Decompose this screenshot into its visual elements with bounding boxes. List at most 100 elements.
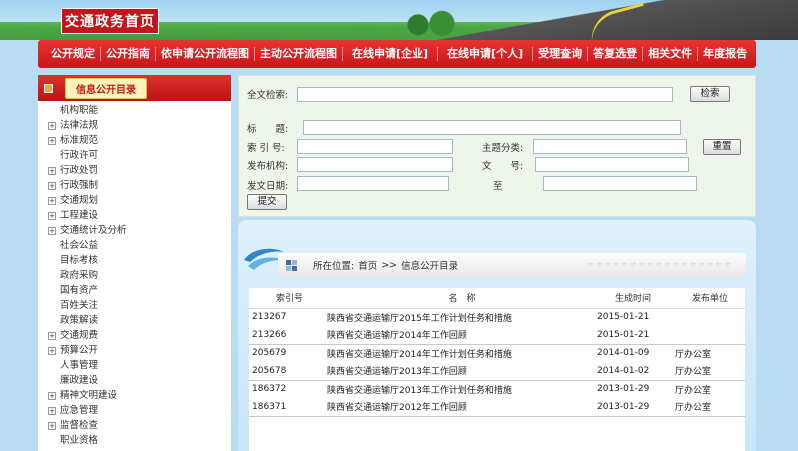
expand-plus-icon[interactable]: +	[48, 136, 56, 145]
expand-plus-icon[interactable]: +	[48, 226, 56, 235]
sidebar-item[interactable]: 目标考核	[38, 253, 231, 268]
cell-name-link[interactable]: 陕西省交通运输厅2012年工作回顾	[327, 398, 597, 417]
listing-panel: 所在位置: 首页 >> 信息公开目录 ≈≈≈≈≈≈≈≈≈≈≈≈≈≈≈≈≈ 索引号…	[238, 220, 756, 451]
cell-name-link[interactable]: 陕西省交通运输厅2014年工作回顾	[327, 326, 597, 345]
nav-item-active-flow[interactable]: 主动公开流程图	[255, 47, 343, 61]
expand-plus-icon[interactable]: +	[48, 196, 56, 205]
sidebar-item[interactable]: + 行政强制	[38, 178, 231, 193]
expand-plus-icon[interactable]: +	[48, 391, 56, 400]
nav-item-annual-report[interactable]: 年度报告	[698, 47, 752, 61]
sidebar-item-label: 职业资格	[60, 435, 99, 446]
col-header-date: 生成时间	[597, 288, 669, 309]
cell-name-link[interactable]: 陕西省交通运输厅2013年工作回顾	[327, 362, 597, 381]
sidebar-item[interactable]: + 行政处罚	[38, 163, 231, 178]
sidebar-item[interactable]: 国有资产	[38, 283, 231, 298]
date-to-input[interactable]	[543, 176, 697, 191]
sidebar-title: 信息公开目录	[65, 77, 147, 99]
submit-button[interactable]: 提交	[247, 194, 287, 210]
breadcrumb-prefix: 所在位置:	[313, 261, 355, 272]
expand-plus-icon[interactable]: +	[48, 211, 56, 220]
date-label: 发文日期:	[247, 181, 289, 192]
title-input[interactable]	[303, 120, 681, 135]
sidebar-item[interactable]: + 应急管理	[38, 403, 231, 418]
header-banner: 交通政务首页	[0, 0, 798, 40]
table-row[interactable]: 205678 陕西省交通运输厅2013年工作回顾 2014-01-02 厅办公室	[249, 362, 745, 381]
sidebar-item[interactable]: 廉政建设	[38, 373, 231, 388]
sidebar-item-label: 机构职能	[60, 105, 99, 116]
cell-index: 186371	[249, 398, 327, 417]
date-from-input[interactable]	[297, 176, 449, 191]
sidebar-item-label: 行政强制	[60, 180, 99, 191]
expand-plus-icon[interactable]: +	[48, 406, 56, 415]
expand-plus-icon[interactable]: +	[48, 346, 56, 355]
cell-unit: 厅办公室	[669, 362, 745, 381]
table-body: 213267 陕西省交通运输厅2015年工作计划任务和措施 2015-01-21 21…	[249, 308, 745, 417]
cell-index: 213266	[249, 326, 327, 345]
expand-plus-icon[interactable]: +	[48, 421, 56, 430]
index-number-input[interactable]	[297, 139, 453, 154]
table-row[interactable]: 205679 陕西省交通运输厅2014年工作计划任务和措施 2014-01-09 厅办…	[249, 344, 745, 362]
expand-plus-icon[interactable]: +	[48, 166, 56, 175]
sidebar-item[interactable]: 社会公益	[38, 238, 231, 253]
breadcrumb-separator: >>	[381, 259, 398, 271]
sidebar-item[interactable]: 政策解读	[38, 313, 231, 328]
sidebar-item[interactable]: + 工程建设	[38, 208, 231, 223]
cell-name-link[interactable]: 陕西省交通运输厅2013年工作计划任务和措施	[327, 380, 597, 398]
nav-item-related-docs[interactable]: 相关文件	[643, 47, 699, 61]
cell-date: 2015-01-21	[597, 326, 669, 345]
sidebar-item[interactable]: 百姓关注	[38, 298, 231, 313]
nav-item-apply-flow[interactable]: 依申请公开流程图	[156, 47, 255, 61]
sidebar-item-label: 百姓关注	[60, 300, 99, 311]
cell-date: 2014-01-09	[597, 348, 650, 359]
sidebar-item-label: 国有资产	[60, 285, 99, 296]
sidebar-item-label: 工程建设	[60, 210, 99, 221]
expand-plus-icon[interactable]: +	[48, 121, 56, 130]
nav-item-apply-personal[interactable]: 在线申请[个人]	[438, 47, 534, 61]
cell-name-link[interactable]: 陕西省交通运输厅2014年工作计划任务和措施	[327, 344, 597, 362]
sidebar-item[interactable]: 机构职能	[38, 103, 231, 118]
docno-input[interactable]	[535, 157, 689, 172]
sidebar-item[interactable]: + 交通规费	[38, 328, 231, 343]
sidebar-item[interactable]: + 法律法规	[38, 118, 231, 133]
table-row[interactable]: 186372 陕西省交通运输厅2013年工作计划任务和措施 2013-01-29 厅办…	[249, 380, 745, 398]
nav-item-query[interactable]: 受理查询	[533, 47, 589, 61]
expand-plus-icon[interactable]: +	[48, 181, 56, 190]
sidebar-item[interactable]: + 交通统计及分析	[38, 223, 231, 238]
nav-item-open-rules[interactable]: 公开规定	[46, 47, 101, 61]
sidebar-item[interactable]: + 标准规范	[38, 133, 231, 148]
table-header-row: 索引号 名 称 生成时间 发布单位	[249, 288, 745, 309]
nav-item-replies[interactable]: 答复选登	[588, 47, 644, 61]
fulltext-label: 全文检索:	[247, 90, 289, 101]
square-bullet-icon	[44, 83, 53, 93]
sidebar-list: 机构职能 + 法律法规 + 标准规范 行政许可 + 行政处罚 + 行政强制 + 交通规划 + 工程建设 + 交…	[38, 101, 231, 448]
sidebar-header: 信息公开目录	[38, 75, 231, 101]
org-label: 发布机构:	[247, 161, 289, 172]
cell-name-link[interactable]: 陕西省交通运输厅2015年工作计划任务和措施	[327, 308, 597, 326]
sidebar-item-label: 应急管理	[60, 405, 99, 416]
sidebar-item-label: 监督检查	[60, 420, 99, 431]
col-header-unit: 发布单位	[669, 288, 745, 309]
index-label: 索 引 号:	[247, 143, 285, 154]
org-input[interactable]	[297, 157, 453, 172]
table-row[interactable]: 213267 陕西省交通运输厅2015年工作计划任务和措施 2015-01-21	[249, 308, 745, 326]
table-row[interactable]: 213266 陕西省交通运输厅2014年工作回顾 2015-01-21	[249, 326, 745, 345]
sidebar-item[interactable]: 人事管理	[38, 358, 231, 373]
topic-input[interactable]	[533, 139, 687, 154]
site-home-link[interactable]: 交通政务首页	[61, 8, 159, 34]
breadcrumb-home-link[interactable]: 首页	[358, 258, 377, 272]
fulltext-search-input[interactable]	[297, 87, 673, 102]
sidebar-item[interactable]: 行政许可	[38, 148, 231, 163]
sidebar-item[interactable]: + 精神文明建设	[38, 388, 231, 403]
sidebar-item-label: 政府采购	[60, 270, 99, 281]
sidebar-item[interactable]: + 交通规划	[38, 193, 231, 208]
table-row[interactable]: 186371 陕西省交通运输厅2012年工作回顾 2013-01-29 厅办公室	[249, 398, 745, 417]
expand-plus-icon[interactable]: +	[48, 331, 56, 340]
fulltext-search-button[interactable]: 检索	[690, 86, 730, 102]
sidebar-item[interactable]: 职业资格	[38, 433, 231, 448]
sidebar-item[interactable]: 政府采购	[38, 268, 231, 283]
reset-button[interactable]: 重置	[703, 139, 741, 155]
sidebar-item[interactable]: + 监督检查	[38, 418, 231, 433]
nav-item-open-guide[interactable]: 公开指南	[101, 47, 156, 61]
sidebar-item[interactable]: + 预算公开	[38, 343, 231, 358]
nav-item-apply-enterprise[interactable]: 在线申请[企业]	[343, 47, 439, 61]
